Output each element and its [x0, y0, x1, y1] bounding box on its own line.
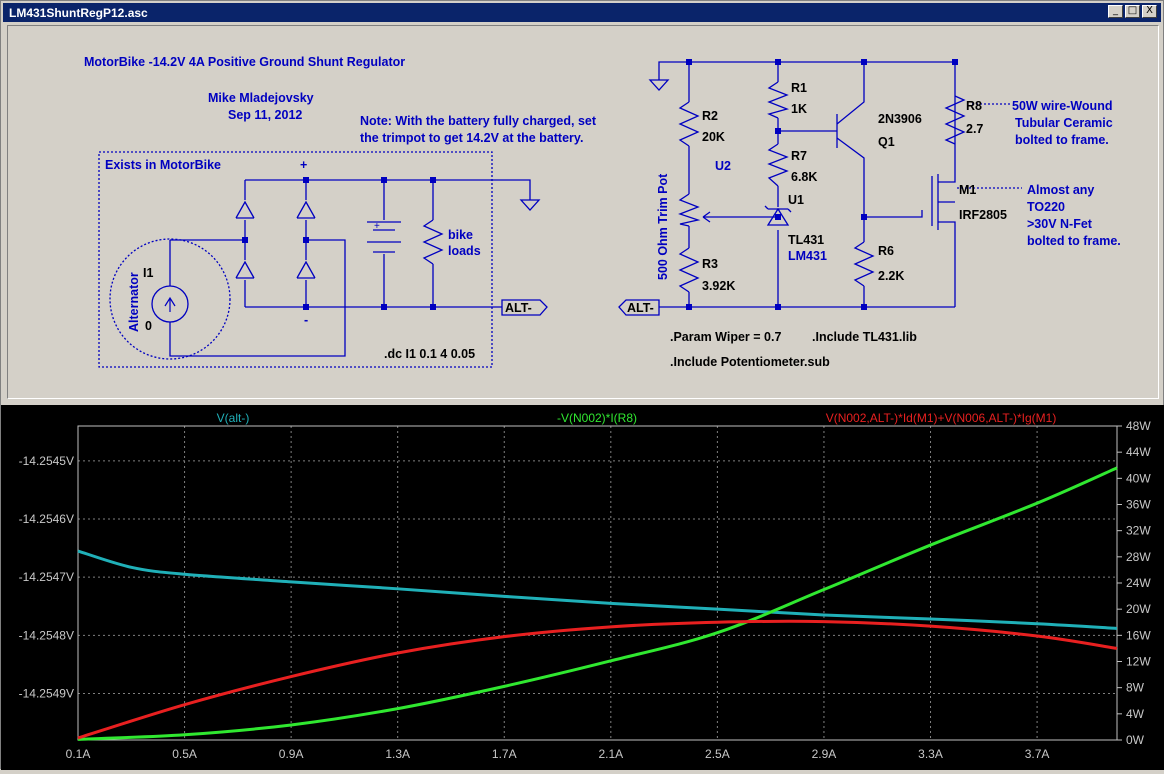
u1-model[interactable]: LM431: [788, 249, 827, 263]
left-tick-label: -14.2547V: [19, 570, 74, 584]
minimize-button[interactable]: _: [1108, 5, 1123, 18]
minus-label: -: [304, 313, 308, 327]
note-line-2[interactable]: the trimpot to get 14.2V at the battery.: [360, 131, 583, 145]
tick-labels: 0.1A 0.5A 0.9A 1.3A 1.7A 2.1A 2.5A 2.9A 3.3A 3.7A…: [19, 419, 1152, 761]
current-source-arrow-icon: [164, 296, 176, 312]
right-tick-label: 20W: [1126, 602, 1151, 616]
right-tick-label: 40W: [1126, 471, 1151, 485]
left-tick-label: -14.2546V: [19, 512, 74, 526]
trace-label-valt[interactable]: V(alt-): [217, 411, 250, 425]
x-tick-label: 2.5A: [705, 747, 730, 761]
r7-value[interactable]: 6.8K: [791, 170, 817, 184]
r8-value[interactable]: 2.7: [966, 122, 983, 136]
m1-note-2[interactable]: TO220: [1027, 200, 1065, 214]
u1-part[interactable]: TL431: [788, 233, 824, 247]
author-text[interactable]: Mike Mladejovsky: [208, 91, 314, 105]
trace-series-0: [77, 549, 1118, 630]
r8-note-2[interactable]: Tubular Ceramic: [1015, 116, 1113, 130]
r8-note-1[interactable]: 50W wire-Wound: [1012, 99, 1112, 113]
right-tick-label: 24W: [1126, 576, 1151, 590]
m1-note-3[interactable]: >30V N-Fet: [1027, 217, 1093, 231]
i1-value[interactable]: 0: [145, 319, 152, 333]
x-tick-label: 1.3A: [385, 747, 410, 761]
m1-part[interactable]: IRF2805: [959, 208, 1007, 222]
m1-name[interactable]: M1: [959, 183, 976, 197]
plot-grid: [77, 425, 1122, 741]
m1-note-4[interactable]: bolted to frame.: [1027, 234, 1121, 248]
x-tick-label: 2.1A: [598, 747, 623, 761]
r2-name[interactable]: R2: [702, 109, 718, 123]
right-tick-label: 16W: [1126, 628, 1151, 642]
right-tick-label: 28W: [1126, 550, 1151, 564]
x-tick-label: 0.5A: [172, 747, 197, 761]
include-tl431-directive[interactable]: .Include TL431.lib: [812, 330, 917, 344]
bike-loads-label-2[interactable]: loads: [448, 244, 481, 258]
note-line-1[interactable]: Note: With the battery fully charged, se…: [360, 114, 597, 128]
param-directive[interactable]: .Param Wiper = 0.7: [670, 330, 781, 344]
trace-series-2: [77, 619, 1118, 740]
x-tick-label: 1.7A: [492, 747, 517, 761]
r1-value[interactable]: 1K: [791, 102, 807, 116]
x-tick-label: 0.1A: [66, 747, 91, 761]
q1-part[interactable]: 2N3906: [878, 112, 922, 126]
include-potentiometer-directive[interactable]: .Include Potentiometer.sub: [670, 355, 830, 369]
plot-frame: [77, 425, 1118, 741]
junction-dots: [242, 59, 958, 310]
alt-net-right-label[interactable]: ALT-: [505, 301, 532, 315]
battery-plus-sign: +: [374, 221, 380, 232]
right-tick-label: 48W: [1126, 419, 1151, 433]
q1-name[interactable]: Q1: [878, 135, 895, 149]
right-tick-label: 0W: [1126, 733, 1145, 747]
right-tick-label: 44W: [1126, 445, 1151, 459]
m1-note-1[interactable]: Almost any: [1027, 183, 1094, 197]
right-tick-label: 36W: [1126, 498, 1151, 512]
r6-value[interactable]: 2.2K: [878, 269, 904, 283]
left-tick-label: -14.2548V: [19, 628, 74, 642]
left-tick-label: -14.2549V: [19, 686, 74, 700]
title-bar[interactable]: LM431ShuntRegP12.asc _ □ X: [3, 3, 1161, 22]
plot-traces: [77, 466, 1118, 741]
x-tick-label: 2.9A: [812, 747, 837, 761]
plus-label: +: [300, 158, 307, 172]
date-text[interactable]: Sep 11, 2012: [228, 108, 302, 122]
schematic-heading[interactable]: MotorBike -14.2V 4A Positive Ground Shun…: [84, 55, 405, 69]
close-button[interactable]: X: [1142, 5, 1157, 18]
maximize-button[interactable]: □: [1125, 5, 1140, 18]
u1-name[interactable]: U1: [788, 193, 804, 207]
x-tick-label: 0.9A: [279, 747, 304, 761]
r8-name[interactable]: R8: [966, 99, 982, 113]
window-title: LM431ShuntRegP12.asc: [9, 5, 148, 20]
window-controls: _ □ X: [1108, 5, 1157, 18]
waveform-plot[interactable]: 0.1A 0.5A 0.9A 1.3A 1.7A 2.1A 2.5A 2.9A 3.3A 3.7A…: [1, 405, 1164, 770]
x-tick-label: 3.7A: [1025, 747, 1050, 761]
alt-net-left-label[interactable]: ALT-: [627, 301, 654, 315]
alternator-label[interactable]: Alternator: [127, 272, 141, 332]
trace-label-m1-power[interactable]: V(N002,ALT-)*Id(M1)+V(N006,ALT-)*Ig(M1): [826, 411, 1057, 425]
trimpot-label[interactable]: 500 Ohm Trim Pot: [656, 173, 670, 280]
r3-name[interactable]: R3: [702, 257, 718, 271]
right-tick-label: 32W: [1126, 524, 1151, 538]
left-tick-label: -14.2545V: [19, 454, 74, 468]
r3-value[interactable]: 3.92K: [702, 279, 735, 293]
i1-name[interactable]: I1: [143, 266, 153, 280]
dc-directive[interactable]: .dc I1 0.1 4 0.05: [384, 347, 475, 361]
box-label[interactable]: Exists in MotorBike: [105, 158, 221, 172]
x-tick-label: 3.3A: [918, 747, 943, 761]
r1-name[interactable]: R1: [791, 81, 807, 95]
schematic-canvas[interactable]: MotorBike -14.2V 4A Positive Ground Shun…: [8, 26, 1158, 398]
right-tick-label: 12W: [1126, 655, 1151, 669]
r2-value[interactable]: 20K: [702, 130, 725, 144]
schematic-pane[interactable]: MotorBike -14.2V 4A Positive Ground Shun…: [7, 25, 1159, 399]
u2-label[interactable]: U2: [715, 159, 731, 173]
waveform-pane[interactable]: 0.1A 0.5A 0.9A 1.3A 1.7A 2.1A 2.5A 2.9A 3.3A 3.7A…: [1, 405, 1164, 770]
trace-label-r8-power[interactable]: -V(N002)*I(R8): [557, 411, 637, 425]
r8-note-3[interactable]: bolted to frame.: [1015, 133, 1109, 147]
bike-loads-label-1[interactable]: bike: [448, 228, 473, 242]
r7-name[interactable]: R7: [791, 149, 807, 163]
r6-name[interactable]: R6: [878, 244, 894, 258]
ltspice-window: LM431ShuntRegP12.asc _ □ X MotorBike -14…: [0, 0, 1164, 770]
right-tick-label: 4W: [1126, 707, 1145, 721]
right-tick-label: 8W: [1126, 681, 1145, 695]
